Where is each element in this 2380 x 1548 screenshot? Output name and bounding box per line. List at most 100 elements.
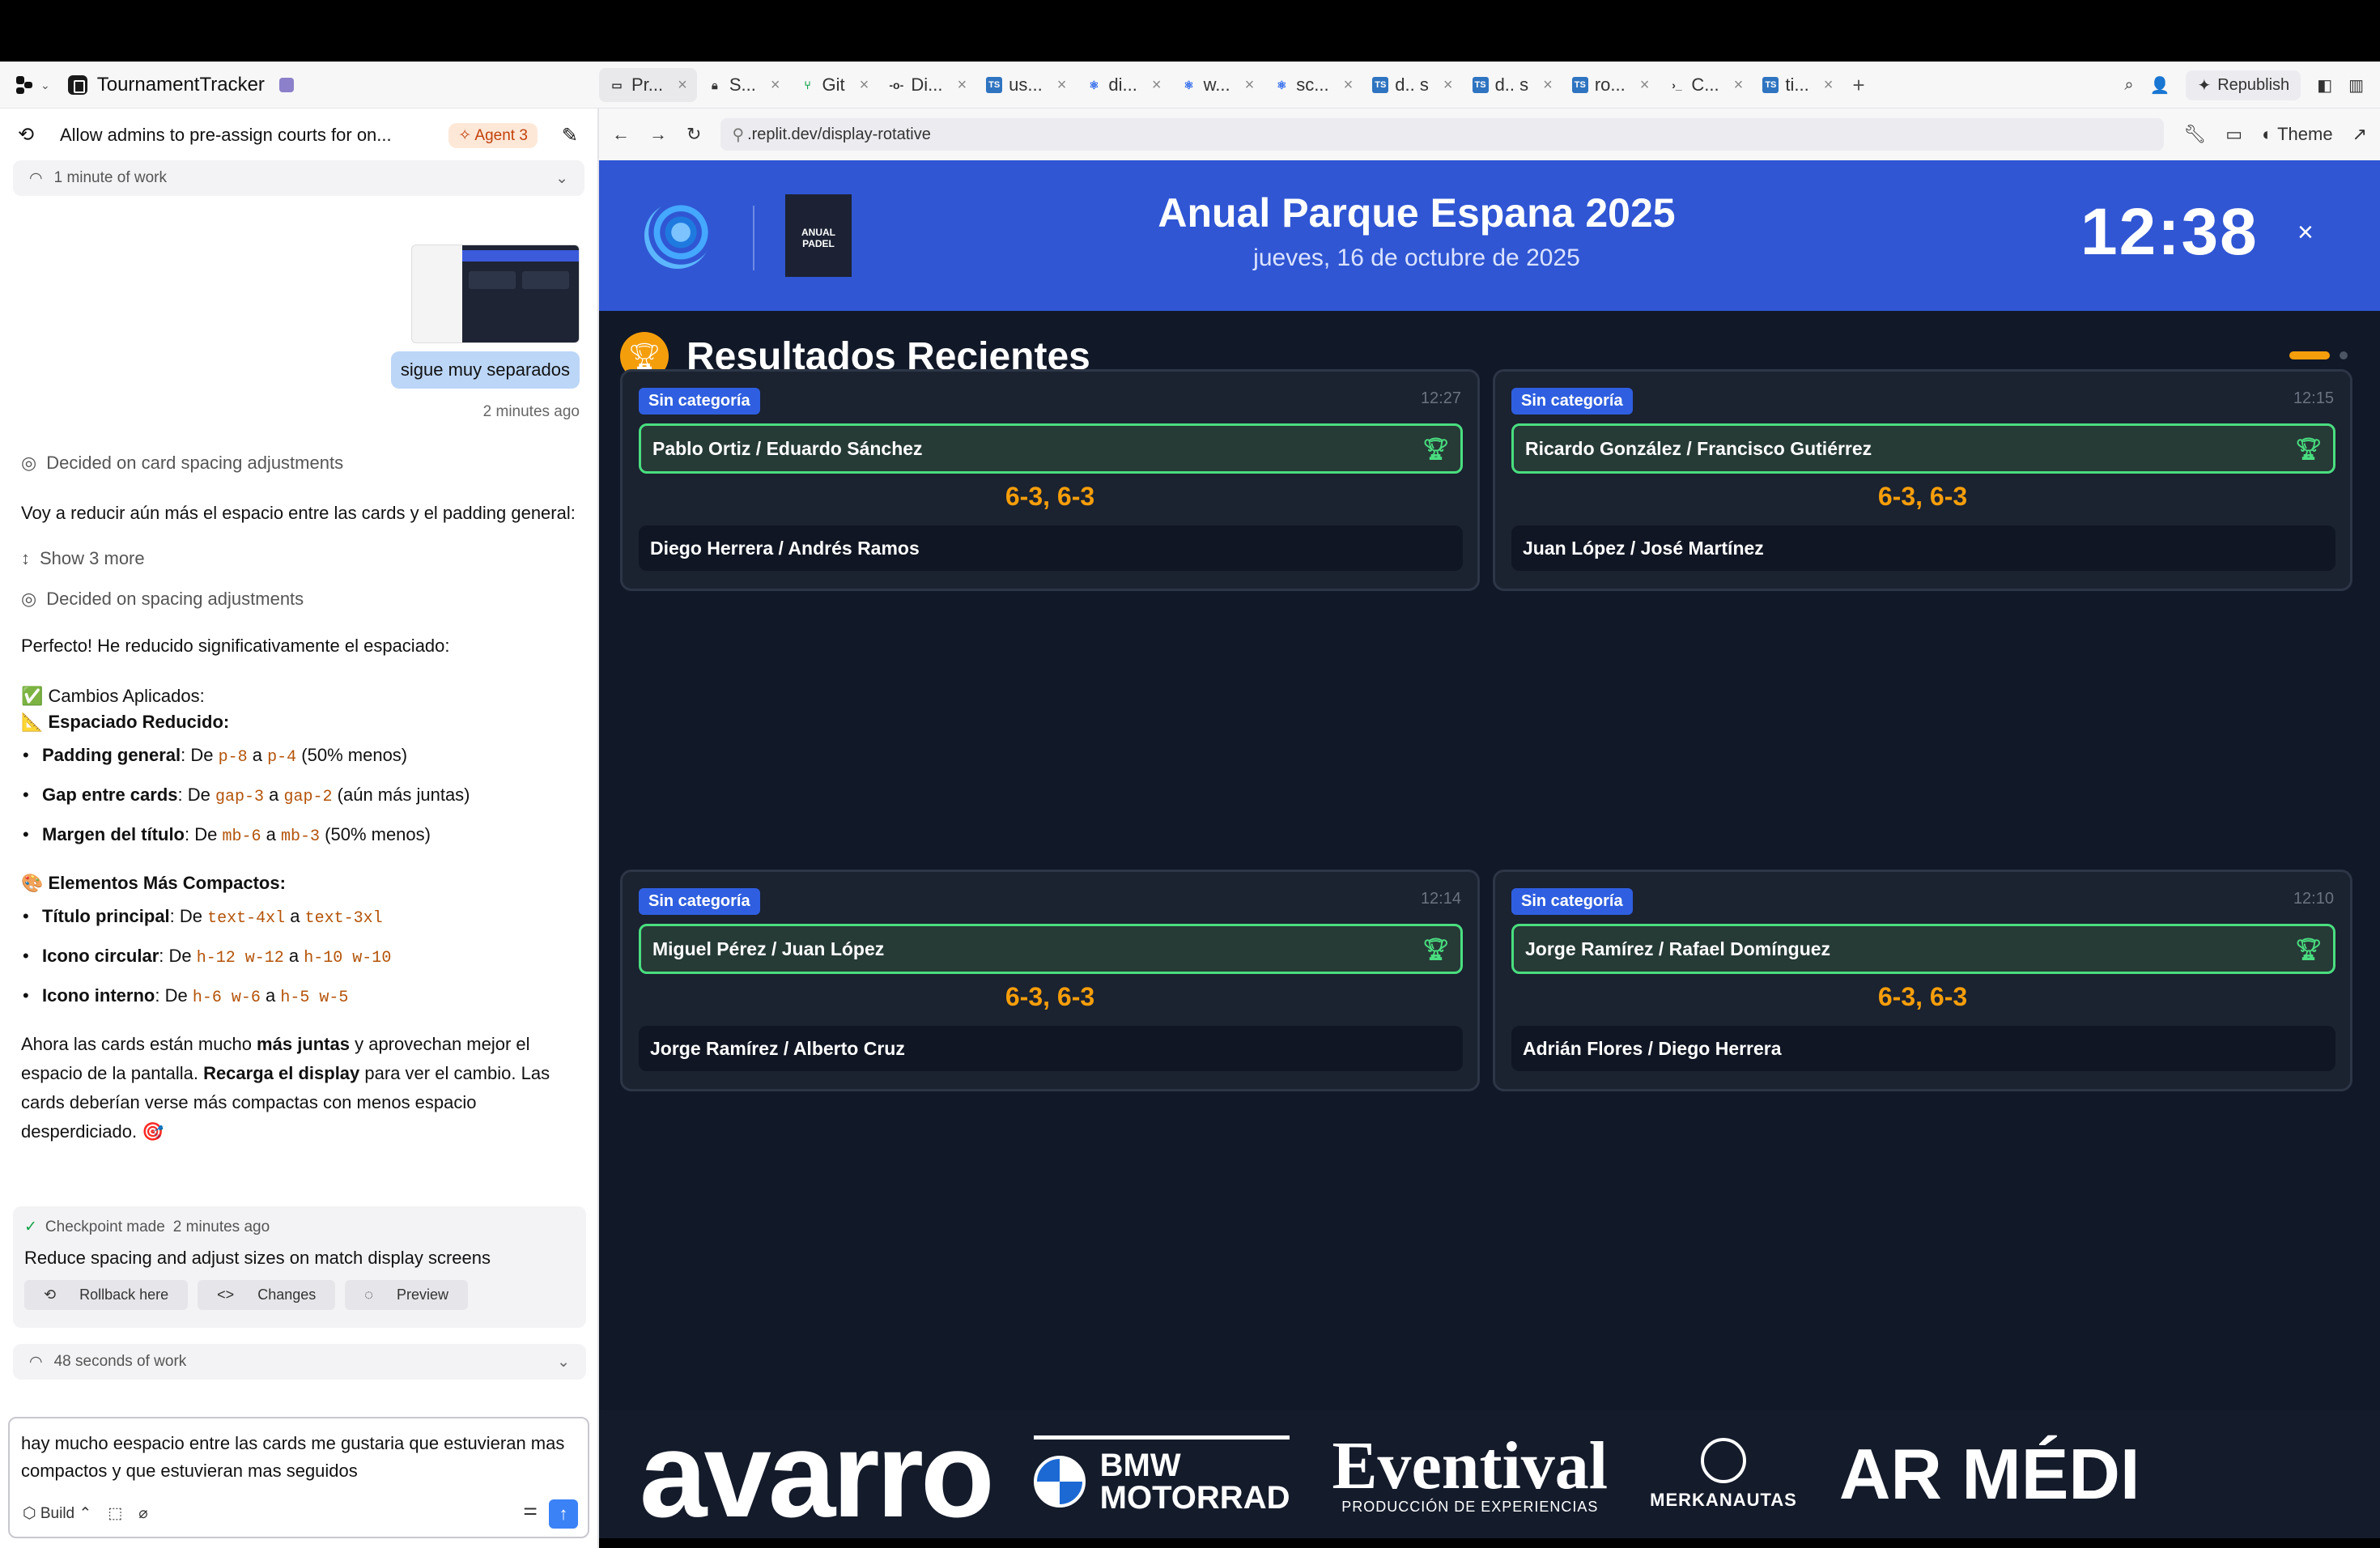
tab-7[interactable]: ⚛ sc... × xyxy=(1264,68,1362,102)
agent-badge[interactable]: ✧ Agent 3 xyxy=(448,122,538,148)
git-icon: ⑂ xyxy=(804,79,811,91)
chat-input-value[interactable]: hay mucho eespacio entre las cards me gu… xyxy=(21,1430,576,1485)
new-tab-button[interactable]: + xyxy=(1842,68,1874,102)
close-tab-icon[interactable]: × xyxy=(957,76,967,95)
tab-12[interactable]: TS ti... × xyxy=(1753,68,1842,102)
work-summary-2[interactable]: ◠ 48 seconds of work ⌄ xyxy=(13,1344,586,1380)
wrench-icon[interactable]: 🔧︎ xyxy=(2183,124,2206,145)
work-summary-label: 48 seconds of work xyxy=(53,1353,187,1370)
close-tab-icon[interactable]: × xyxy=(1824,76,1834,95)
close-tab-icon[interactable]: × xyxy=(1734,76,1744,95)
check-circle-icon: ✓ xyxy=(24,1218,37,1235)
terminal-icon: ›_ xyxy=(1672,79,1682,91)
chevron-down-icon[interactable]: ⌄ xyxy=(555,169,568,188)
history-icon[interactable]: ⟲ xyxy=(18,123,34,147)
tab-5[interactable]: ⚛ di... × xyxy=(1076,68,1171,102)
tab-1[interactable]: 🔒︎ S... × xyxy=(697,68,790,102)
chevron-down-icon[interactable]: ⌄ xyxy=(557,1353,570,1372)
tab-9[interactable]: TS d.. s × xyxy=(1463,68,1562,102)
close-tab-icon[interactable]: × xyxy=(678,76,687,95)
list-item: Padding general: De p-8 a p-4 (50% menos… xyxy=(21,737,580,776)
ts-file-icon: TS xyxy=(1472,77,1489,93)
react-icon: ⚛ xyxy=(1276,78,1287,91)
merkanautas-logo-icon xyxy=(1701,1438,1746,1483)
os-top-band xyxy=(0,0,2380,62)
match-time: 12:27 xyxy=(1420,389,1461,407)
new-chat-icon[interactable]: ✎ xyxy=(562,124,578,147)
layout-icon[interactable]: ▥ xyxy=(2348,75,2364,96)
decided-2[interactable]: ◎ Decided on spacing adjustments xyxy=(21,585,580,614)
chat-input[interactable]: hay mucho eespacio entre las cards me gu… xyxy=(8,1417,589,1538)
cube-icon: ⬡ xyxy=(23,1505,36,1522)
close-tab-icon[interactable]: × xyxy=(1245,76,1255,95)
replit-logo-icon[interactable] xyxy=(16,76,34,94)
select-area-icon[interactable]: ⬚ xyxy=(108,1500,122,1528)
close-tab-icon[interactable]: × xyxy=(1152,76,1162,95)
category-badge: Sin categoría xyxy=(1511,888,1633,915)
devices-icon[interactable]: ▭ xyxy=(2225,124,2242,145)
trophy-icon: 🏆︎ xyxy=(2294,936,2322,961)
clock: 12:38 xyxy=(2080,195,2259,269)
response-paragraph-1: Voy a reducir aún más el espacio entre l… xyxy=(21,503,576,523)
invite-user-icon[interactable]: 👤 xyxy=(2150,75,2170,96)
response-paragraph-2: Perfecto! He reducido significativamente… xyxy=(21,636,450,656)
rollback-button[interactable]: ⟲ Rollback here xyxy=(24,1280,189,1310)
republish-button[interactable]: ✦ Republish xyxy=(2186,70,2301,100)
tab-11[interactable]: ›_ C... × xyxy=(1659,68,1753,102)
close-tab-icon[interactable]: × xyxy=(1443,76,1453,95)
agent-icon: ✧ xyxy=(458,126,472,144)
close-tab-icon[interactable]: × xyxy=(1640,76,1650,95)
url-field[interactable]: ⚲ .replit.dev/display-rotative xyxy=(720,118,2165,151)
tab-2[interactable]: ⑂ Git × xyxy=(790,68,879,102)
close-tab-icon[interactable]: × xyxy=(1057,76,1067,95)
user-message: sigue muy separados xyxy=(390,351,580,389)
tab-4[interactable]: TS us... × xyxy=(976,68,1076,102)
open-external-icon[interactable]: ↗ xyxy=(2352,124,2367,145)
brain-icon: ◎ xyxy=(21,453,37,473)
checkpoint-time: 2 minutes ago xyxy=(172,1218,270,1235)
settings-sliders-icon[interactable]: ⚌ xyxy=(523,1496,538,1524)
preview-button[interactable]: ◌ Preview xyxy=(345,1280,469,1310)
carousel-indicator-active[interactable] xyxy=(2289,351,2330,359)
right-toolbar: ⌕ 👤 ✦ Republish ◧ ▥ xyxy=(2124,70,2364,100)
motorrad-text: MOTORRAD xyxy=(1099,1479,1290,1516)
ts-file-icon: TS xyxy=(1571,77,1588,93)
back-icon[interactable]: ← xyxy=(612,124,630,145)
project-name[interactable]: TournamentTracker xyxy=(97,74,265,96)
workspace-brand[interactable]: ⌄ TournamentTracker xyxy=(16,70,294,100)
tab-label: Pr... xyxy=(631,74,664,95)
build-mode-selector[interactable]: ⬡ Build ⌃ xyxy=(23,1500,91,1528)
decided-2-label: Decided on spacing adjustments xyxy=(46,589,304,609)
chevron-down-icon[interactable]: ⌄ xyxy=(40,79,50,92)
tab-10[interactable]: TS ro... × xyxy=(1562,68,1660,102)
close-tab-icon[interactable]: × xyxy=(1543,76,1553,95)
panel-toggle-icon[interactable]: ◧ xyxy=(2317,75,2332,96)
attached-screenshot-thumbnail[interactable] xyxy=(411,245,580,343)
thread-title[interactable]: Allow admins to pre-assign courts for on… xyxy=(60,125,424,146)
decided-1[interactable]: ◎ Decided on card spacing adjustments xyxy=(21,449,580,478)
close-tab-icon[interactable]: × xyxy=(1344,76,1354,95)
tab-6[interactable]: ⚛ w... × xyxy=(1171,68,1264,102)
reload-icon[interactable]: ↻ xyxy=(686,124,701,145)
match-score: 6-3, 6-3 xyxy=(1877,482,1968,511)
show-more-toggle[interactable]: ↕ Show 3 more xyxy=(21,544,580,573)
theme-toggle[interactable]: ◐ Theme xyxy=(2262,124,2333,145)
attach-icon[interactable]: ⌀ xyxy=(138,1500,147,1528)
tab-0[interactable]: ▭ Pr... × xyxy=(599,68,697,102)
tab-8[interactable]: TS d.. s × xyxy=(1362,68,1462,102)
ts-file-icon: TS xyxy=(986,77,1003,93)
forward-icon[interactable]: → xyxy=(649,124,667,145)
search-icon[interactable]: ⌕ xyxy=(2124,76,2133,95)
close-tab-icon[interactable]: × xyxy=(860,76,869,95)
plus-icon: + xyxy=(1852,72,1865,97)
project-icon xyxy=(67,75,87,95)
tab-3[interactable]: -o- Di... × xyxy=(878,68,976,102)
carousel-indicator[interactable] xyxy=(2340,351,2348,359)
close-tab-icon[interactable]: × xyxy=(771,76,780,95)
changes-button[interactable]: <> Changes xyxy=(198,1280,336,1310)
work-summary-1[interactable]: ◠ 1 minute of work ⌄ xyxy=(13,160,584,196)
send-button[interactable]: ↑ xyxy=(549,1499,578,1529)
close-display-button[interactable]: × xyxy=(2297,217,2314,249)
lock-icon: 🔒︎ xyxy=(712,78,718,91)
sponsors-strip: avarro BMW MOTORRAD Eventival PRODUCCIÓN … xyxy=(599,1410,2380,1538)
